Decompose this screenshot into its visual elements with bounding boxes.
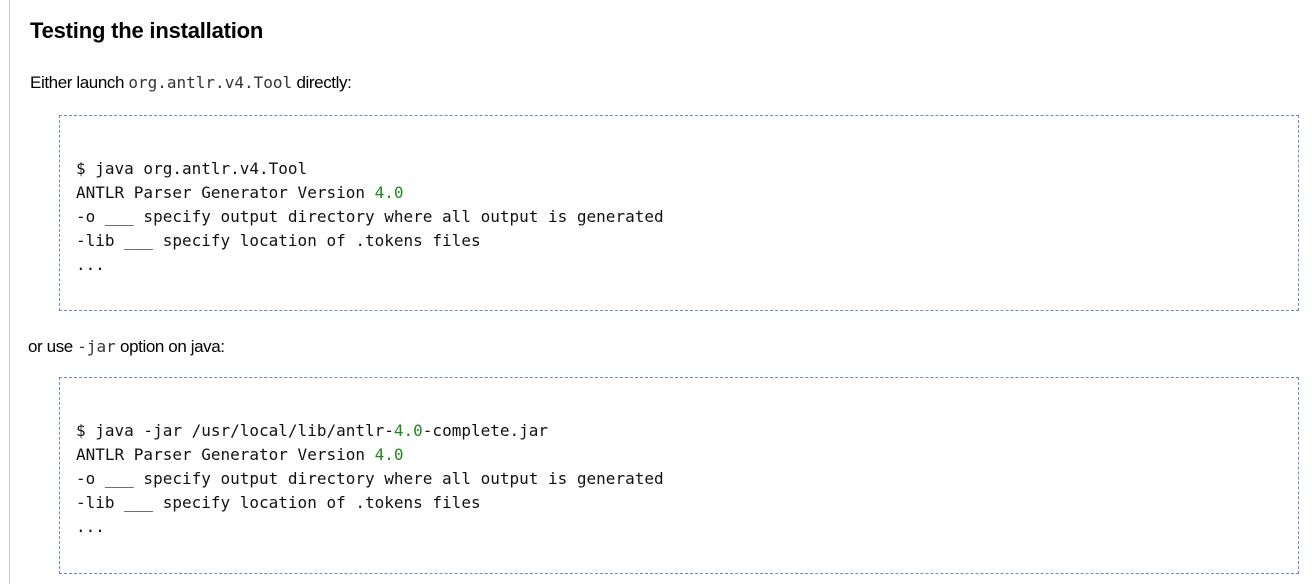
jar-text-before: or use [28, 337, 78, 356]
code-line: -lib ___ specify location of .tokens fil… [76, 231, 481, 250]
code-block-jar-content: $ java -jar /usr/local/lib/antlr-4.0-com… [76, 378, 1298, 539]
intro-text-after: directly: [292, 73, 352, 92]
code-block-direct: $ java org.antlr.v4.Tool ANTLR Parser Ge… [59, 115, 1299, 311]
jar-inline-code: -jar [77, 337, 116, 356]
code-block-jar: $ java -jar /usr/local/lib/antlr-4.0-com… [59, 377, 1299, 574]
intro-inline-code: org.antlr.v4.Tool [128, 73, 293, 92]
jar-paragraph: or use -jar option on java: [28, 337, 225, 357]
jar-text-after: option on java: [115, 337, 225, 356]
section-heading: Testing the installation [30, 18, 264, 43]
code-line: -o ___ specify output directory where al… [76, 469, 664, 488]
code-line: -o ___ specify output directory where al… [76, 207, 664, 226]
code-line: -lib ___ specify location of .tokens fil… [76, 493, 481, 512]
code-line: $ java -jar /usr/local/lib/antlr-4.0-com… [76, 421, 549, 440]
code-line: ... [76, 255, 105, 274]
code-block-direct-content: $ java org.antlr.v4.Tool ANTLR Parser Ge… [76, 116, 1298, 277]
code-line: $ java org.antlr.v4.Tool [76, 159, 308, 178]
code-line: ANTLR Parser Generator Version 4.0 [76, 183, 404, 202]
intro-text-before: Either launch [30, 73, 129, 92]
intro-paragraph: Either launch org.antlr.v4.Tool directly… [30, 73, 352, 93]
code-line: ANTLR Parser Generator Version 4.0 [76, 445, 404, 464]
code-line: ... [76, 517, 105, 536]
